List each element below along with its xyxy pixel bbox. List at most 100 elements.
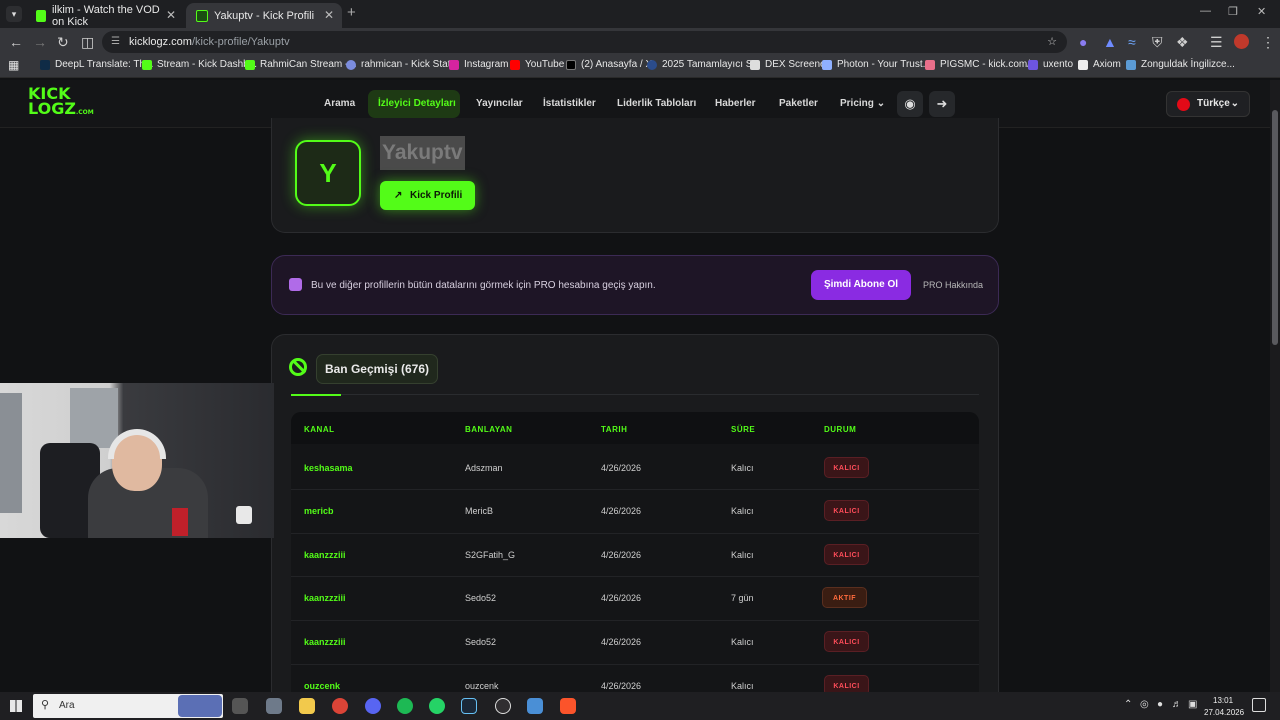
bookmark-item[interactable]: Zonguldak İngilizce... (1126, 59, 1235, 70)
kick-profile-button[interactable]: ↗ Kick Profili (380, 181, 475, 210)
bookmark-star-icon[interactable]: ☆ (1047, 31, 1057, 53)
bookmark-item[interactable]: Stream - Kick Dashb... (142, 59, 257, 70)
login-icon[interactable]: ➜ (929, 91, 955, 117)
app-icon[interactable] (527, 698, 543, 714)
row-divider (291, 489, 979, 490)
tray-mic-icon[interactable]: ● (1157, 699, 1163, 710)
reload-icon[interactable]: ↻ (57, 34, 69, 50)
search-placeholder: Ara (59, 700, 75, 711)
notifications-icon[interactable] (1252, 698, 1266, 712)
steam-icon[interactable] (461, 698, 477, 714)
row-kanal-link[interactable]: keshasama (304, 463, 353, 473)
whatsapp-icon[interactable] (429, 698, 445, 714)
nav-liderlik-tablolari[interactable]: Liderlik Tabloları (617, 98, 696, 109)
nav-haberler[interactable]: Haberler (715, 98, 756, 109)
apps-grid-icon[interactable]: ▦ (8, 58, 19, 72)
url-bar[interactable]: ☰ kicklogz.com/kick-profile/Yakuptv ☆ (102, 31, 1067, 53)
site-info-icon[interactable]: ☰ (111, 31, 120, 53)
discord-app-icon[interactable] (365, 698, 381, 714)
bookmark-item[interactable]: RahmiCan Stream -... (245, 59, 357, 70)
row-banlayan: S2GFatih_G (465, 550, 516, 560)
bookmark-item[interactable]: (2) Anasayfa / X (566, 59, 652, 70)
pro-banner-text: Bu ve diğer profillerin bütün datalarını… (311, 280, 656, 291)
row-banlayan: Sedo52 (465, 637, 497, 647)
bookmark-item[interactable]: DEX Screener (750, 59, 829, 70)
file-manager-icon[interactable] (266, 698, 282, 714)
taskbar-search[interactable]: ⚲ Ara (33, 694, 223, 718)
back-icon[interactable]: ← (9, 34, 23, 50)
row-kanal-link[interactable]: kaanzzziii (304, 637, 346, 647)
search-icon: ⚲ (41, 699, 50, 711)
youtube-icon (510, 59, 520, 70)
forward-icon[interactable]: → (33, 34, 47, 50)
bookmark-item[interactable]: 2025 Tamamlayıcı S... (647, 59, 761, 70)
row-kanal-link[interactable]: kaanzzziii (304, 593, 346, 603)
extension-ghost-icon[interactable]: ● (1079, 34, 1087, 50)
tab-ilkim-vod[interactable]: ilkim - Watch the VOD on Kick ✕ (26, 3, 184, 28)
row-kanal-link[interactable]: mericb (304, 506, 334, 516)
extension-shield-icon[interactable]: ⛨ (1152, 34, 1163, 50)
search-highlight-icon (178, 695, 222, 717)
extensions-puzzle-icon[interactable]: ❖ (1176, 34, 1189, 50)
language-selector[interactable]: Türkçe ⌄ (1166, 91, 1250, 117)
ban-history-tab[interactable]: Ban Geçmişi (676) (316, 354, 438, 384)
language-label: Türkçe (1197, 98, 1230, 109)
nav-izleyici-detaylari[interactable]: İzleyici Detayları (378, 98, 456, 109)
bookmark-item[interactable]: Axiom (1078, 59, 1121, 70)
tab-yakuptv-profile[interactable]: Yakuptv - Kick Profili ✕ (186, 3, 342, 28)
kicklogz-favicon-icon (196, 9, 208, 22)
scrollbar-thumb[interactable] (1272, 110, 1278, 345)
row-banlayan: Sedo52 (465, 593, 497, 603)
bookmark-item[interactable]: Photon - Your Trust... (822, 59, 931, 70)
new-tab-button[interactable]: + (347, 4, 356, 21)
windows-start-icon[interactable] (10, 700, 22, 712)
obs-icon[interactable] (495, 698, 511, 714)
clock-date[interactable]: 27.04.2026 (1204, 708, 1244, 717)
tray-chevron-icon[interactable]: ⌃ (1124, 699, 1132, 710)
brave-icon[interactable] (560, 698, 576, 714)
turkey-flag-icon (1177, 98, 1190, 111)
page-scrollbar[interactable] (1270, 80, 1280, 692)
menu-dots-icon[interactable]: ⋮ (1261, 34, 1275, 50)
row-kanal-link[interactable]: ouzcenk (304, 681, 340, 691)
close-tab-icon[interactable]: ✕ (166, 8, 176, 22)
spotify-icon[interactable] (397, 698, 413, 714)
bookmark-item[interactable]: Instagram (449, 59, 508, 70)
chrome-icon[interactable] (332, 698, 348, 714)
row-kanal-link[interactable]: kaanzzziii (304, 550, 346, 560)
nav-paketler[interactable]: Paketler (779, 98, 818, 109)
tray-volume-icon[interactable]: ♬ (1172, 699, 1182, 710)
tray-network-icon[interactable]: ◎ (1140, 699, 1149, 710)
file-explorer-icon[interactable] (299, 698, 315, 714)
minimize-icon[interactable]: — (1200, 5, 1211, 17)
bookmark-item[interactable]: DeepL Translate: Th... (40, 59, 153, 70)
profile-avatar[interactable] (1234, 34, 1249, 49)
bookmark-item[interactable]: uxento (1028, 59, 1073, 70)
restore-icon[interactable]: ❐ (1228, 5, 1238, 18)
subscribe-button[interactable]: Şimdi Abone Ol (811, 270, 911, 300)
reading-list-icon[interactable]: ☰ (1210, 34, 1223, 50)
bookmark-label: Instagram (464, 59, 509, 70)
discord-icon[interactable]: ◉ (897, 91, 923, 117)
close-tab-icon[interactable]: ✕ (324, 8, 334, 22)
extension-phantom-icon[interactable]: ▲ (1103, 34, 1117, 50)
nav-pricing[interactable]: Pricing ⌄ (840, 98, 885, 109)
window-close-icon[interactable]: ✕ (1257, 5, 1266, 18)
nav-arama[interactable]: Arama (324, 98, 355, 109)
bookmark-item[interactable]: PIGSMC - kick.com/... (925, 59, 1038, 70)
tab-list-icon[interactable]: ▾ (6, 6, 22, 22)
nav-yayincilar[interactable]: Yayıncılar (476, 98, 523, 109)
address-bar-row: ← → ↻ ◫ ☰ kicklogz.com/kick-profile/Yaku… (0, 28, 1280, 56)
nav-istatistikler[interactable]: İstatistikler (543, 98, 596, 109)
kick-favicon-icon (36, 9, 46, 22)
bookmark-label: PIGSMC - kick.com/... (940, 59, 1039, 70)
bookmark-item[interactable]: rahmican - Kick Stat... (346, 59, 459, 70)
bookmark-item[interactable]: YouTube (510, 59, 564, 70)
tray-display-icon[interactable]: ▣ (1188, 699, 1197, 710)
task-view-icon[interactable] (232, 698, 248, 714)
side-panel-icon[interactable]: ◫ (81, 34, 94, 50)
clock-time[interactable]: 13:01 (1213, 696, 1233, 705)
pro-about-link[interactable]: PRO Hakkında (923, 280, 983, 290)
extension-wave-icon[interactable]: ≈ (1128, 34, 1136, 50)
kicklogz-logo[interactable]: KICK LOGZ.COM (28, 86, 94, 120)
